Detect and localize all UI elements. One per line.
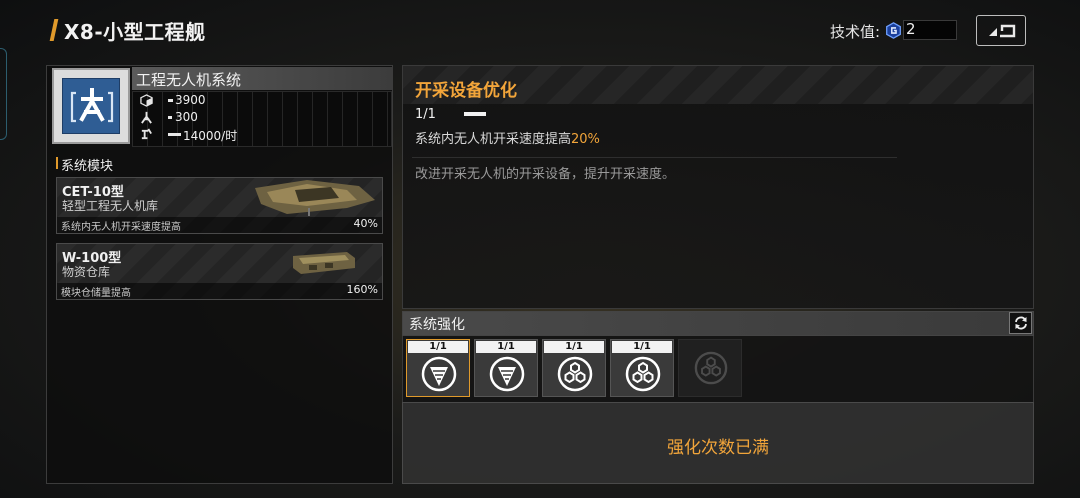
enhance-slot-locked[interactable] [678,339,742,397]
upgrade-effect: 系统内无人机开采速度提高20% [415,128,600,147]
capacity-value: 3900 [175,93,206,107]
tech-points-value: 2 [906,20,916,38]
cube-icon [140,94,153,107]
module-subtitle: 物资仓库 [62,265,111,279]
slot-count: 1/1 [476,341,536,353]
refresh-button[interactable] [1009,312,1032,334]
enhance-status: 强化次数已满 [667,438,769,458]
module-effect-value: 40% [353,217,378,230]
refresh-icon [1015,316,1027,330]
upgrade-effect-text: 系统内无人机开采速度提高 [415,132,572,147]
modules-accent [56,157,58,169]
upgrade-level-bar [464,112,486,116]
warehouse-image [293,252,355,274]
hexagon-cluster-icon [557,356,593,392]
drill-icon [421,356,457,392]
capacity-bar [168,99,173,102]
enhance-slot-2[interactable]: 1/1 [474,339,538,397]
slot-count: 1/1 [612,341,672,353]
page-title: X8-小型工程舰 [64,20,206,44]
back-icon [989,24,1016,38]
enhance-slot-1[interactable]: 1/1 [406,339,470,397]
divider [412,157,897,158]
module-effect: 系统内无人机开采速度提高 [61,222,181,233]
left-edge-tab[interactable] [0,48,7,140]
enhance-slot-4[interactable]: 1/1 [610,339,674,397]
module-effect: 模块仓储量提高 [61,288,131,299]
module-effect-value: 160% [346,283,378,296]
module-footer: 系统内无人机开采速度提高 40% [57,217,382,233]
upgrade-title: 开采设备优化 [415,81,517,101]
hexagon-cluster-icon [625,356,661,392]
enhance-title: 系统强化 [409,317,465,333]
mining-icon [141,128,152,140]
system-name: 工程无人机系统 [136,71,242,89]
hexagon-cluster-icon [694,351,728,385]
drone-count-value: 300 [175,110,198,124]
drone-count-bar [168,116,172,119]
back-button[interactable] [976,15,1026,46]
module-subtitle: 轻型工程无人机库 [62,199,159,213]
module-card-cet10[interactable]: CET-10型 轻型工程无人机库 系统内无人机开采速度提高 40% [56,177,383,234]
enhance-status-panel: 强化次数已满 [402,402,1034,484]
module-footer: 模块仓储量提高 160% [57,283,382,299]
system-icon-frame[interactable] [52,68,130,144]
drone-icon [141,111,152,124]
upgrade-description: 改进开采无人机的开采设备，提升开采速度。 [415,167,676,182]
enhance-slot-3[interactable]: 1/1 [542,339,606,397]
tech-points-label: 技术值: [830,23,881,41]
title-accent [49,19,59,41]
slot-count: 1/1 [408,341,468,353]
drill-icon [489,356,525,392]
tech-point-icon [886,22,901,39]
engineering-drone-icon [70,88,114,123]
modules-title: 系统模块 [61,159,114,174]
mining-rate-value: 14000/时 [183,129,238,143]
drone-bay-image [255,180,375,216]
module-card-w100[interactable]: W-100型 物资仓库 模块仓储量提高 160% [56,243,383,300]
enhance-header [402,311,1034,336]
slot-count: 1/1 [544,341,604,353]
upgrade-effect-value: 20% [571,132,600,147]
mining-rate-bar [168,133,181,136]
upgrade-level: 1/1 [415,107,436,122]
